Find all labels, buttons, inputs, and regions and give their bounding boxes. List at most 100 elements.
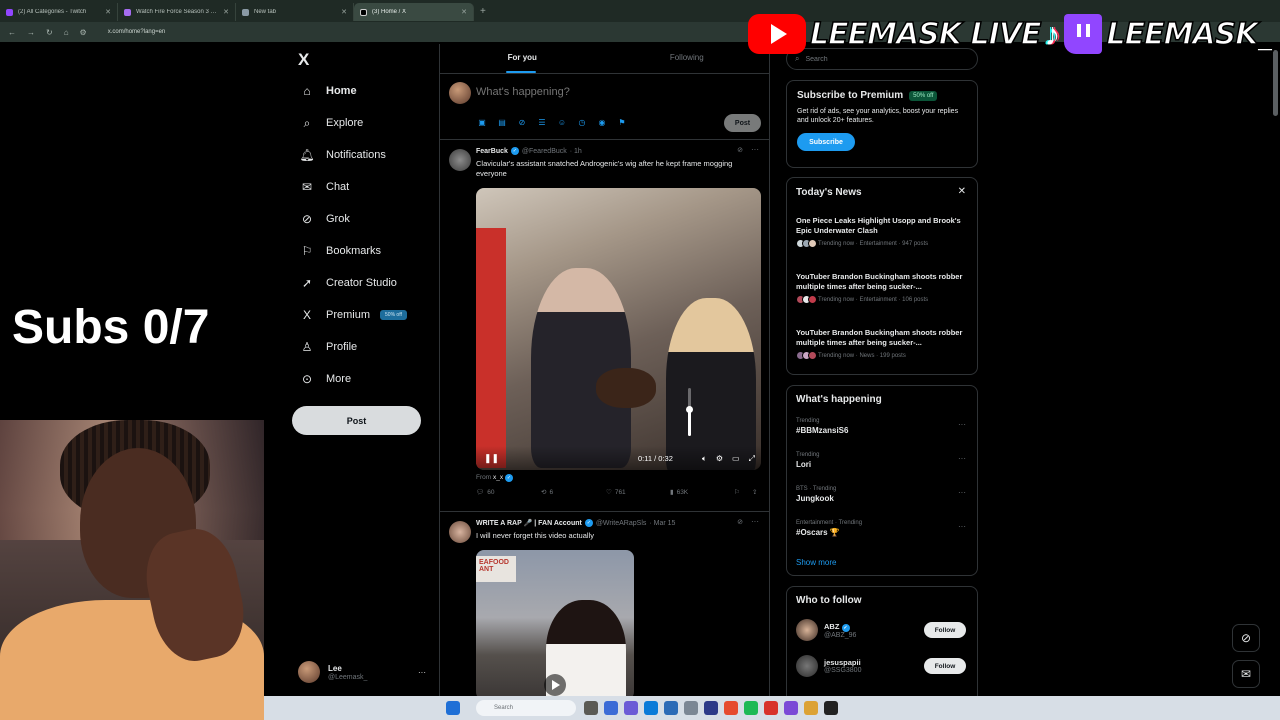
nav-item-more[interactable]: ⊙ More	[300, 367, 351, 391]
nav-item-grok[interactable]: ⊘ Grok	[300, 207, 350, 231]
grok-icon[interactable]: ⊘	[517, 118, 527, 128]
tab-following[interactable]: Following	[605, 44, 770, 73]
nav-item-chat[interactable]: ✉ Chat	[300, 175, 349, 199]
more-icon[interactable]: ···	[958, 454, 966, 463]
subscribe-button[interactable]: Subscribe	[797, 133, 855, 151]
pause-icon[interactable]: ❚❚	[484, 453, 499, 464]
obs-icon[interactable]	[824, 701, 838, 715]
follow-suggestion[interactable]: ABZ ✓ @ABZ_96 Follow	[796, 617, 972, 643]
news-item[interactable]: One Piece Leaks Highlight Usopp and Broo…	[796, 216, 972, 248]
browser-tab-fire-force[interactable]: Watch Fire Force Season 3 onl ✕	[118, 3, 236, 21]
grok-icon[interactable]: ⊘	[737, 518, 743, 526]
poll-icon[interactable]: ☰	[537, 118, 547, 128]
nav-item-premium[interactable]: X Premium 50% off	[300, 303, 407, 327]
tweet-author-name[interactable]: WRITE A RAP 🎤 | FAN Account	[476, 519, 582, 527]
repost-button[interactable]: ⟲ 6	[541, 488, 553, 497]
forward-icon[interactable]: →	[27, 28, 35, 37]
grok-icon[interactable]: ⊘	[737, 146, 743, 154]
app-icon[interactable]	[664, 701, 678, 715]
more-icon[interactable]: ···	[958, 522, 966, 531]
news-item[interactable]: YouTuber Brandon Buckingham shoots robbe…	[796, 328, 972, 360]
tweet-video[interactable]: ❚❚ 0:11 / 0:32 🔈︎ ⚙ ▭ ⤢	[476, 188, 761, 470]
tweet-author-name[interactable]: FearBuck	[476, 148, 508, 155]
tweet[interactable]: FearBuck ✓ @FearedBuck · 1h ⊘ ··· Clavic…	[440, 140, 769, 512]
nav-item-notifications[interactable]: 🔔︎ Notifications	[299, 143, 386, 167]
search-input[interactable]	[805, 55, 966, 63]
gif-icon[interactable]: ▤	[497, 118, 507, 128]
more-icon[interactable]: ···	[751, 145, 759, 154]
composer-post-button[interactable]: Post	[724, 114, 761, 132]
tweet-timestamp[interactable]: · 1h	[570, 148, 582, 155]
discord-icon[interactable]	[624, 701, 638, 715]
edge-icon[interactable]	[644, 701, 658, 715]
browser-tab-x-home[interactable]: (3) Home / X ✕	[354, 3, 474, 21]
browser-tab-new-tab[interactable]: New tab ✕	[236, 3, 354, 21]
follow-button[interactable]: Follow	[924, 658, 966, 674]
grok-icon[interactable]: ⊘	[1232, 624, 1260, 652]
close-tab-icon[interactable]: ✕	[461, 8, 467, 16]
app-icon[interactable]	[764, 701, 778, 715]
news-item[interactable]: YouTuber Brandon Buckingham shoots robbe…	[796, 272, 972, 304]
post-button[interactable]: Post	[292, 406, 421, 435]
flag-icon[interactable]: ⚑	[617, 118, 627, 128]
settings-icon[interactable]: ⚙	[716, 454, 723, 464]
nav-item-home[interactable]: ⌂ Home	[300, 79, 356, 103]
tab-for-you[interactable]: For you	[440, 44, 605, 73]
scrollbar-thumb[interactable]	[1273, 50, 1278, 116]
brave-icon[interactable]	[724, 701, 738, 715]
volume-slider-knob[interactable]	[686, 405, 693, 413]
app-icon[interactable]	[604, 701, 618, 715]
share-button[interactable]: ⇪	[752, 488, 757, 496]
browser-tab-twitch[interactable]: (2) All Categories - Twitch ✕	[0, 3, 118, 21]
trend-item[interactable]: Trending #BBMzansiS6 ···	[796, 418, 972, 435]
reply-button[interactable]: 💬︎ 60	[476, 488, 495, 497]
volume-icon[interactable]: 🔈︎	[702, 454, 707, 464]
pip-icon[interactable]: ▭	[732, 454, 740, 464]
more-icon[interactable]: ···	[958, 420, 966, 429]
volume-slider[interactable]	[686, 388, 693, 436]
follow-button[interactable]: Follow	[924, 622, 966, 638]
nav-item-bookmarks[interactable]: ⚐ Bookmarks	[300, 239, 381, 263]
start-icon[interactable]	[446, 701, 460, 715]
home-icon[interactable]: ⌂	[64, 28, 69, 37]
show-more-link[interactable]: Show more	[796, 558, 836, 567]
close-tab-icon[interactable]: ✕	[105, 8, 111, 16]
tweet-author-handle[interactable]: @WriteARapSls	[596, 520, 647, 527]
address-bar[interactable]: x.com/home?lang=en	[102, 25, 752, 39]
nav-item-profile[interactable]: ♙ Profile	[300, 335, 358, 359]
nav-item-creator-studio[interactable]: ➚ Creator Studio	[300, 271, 397, 295]
reload-icon[interactable]: ↻	[46, 28, 53, 37]
chrome-icon[interactable]	[804, 701, 818, 715]
app-icon[interactable]	[584, 701, 598, 715]
new-tab-button[interactable]: +	[480, 6, 486, 17]
tweet-video[interactable]: EAFOOD ANT	[476, 550, 634, 696]
nav-item-explore[interactable]: ⌕ Explore	[300, 111, 364, 135]
more-icon[interactable]: ···	[418, 668, 426, 677]
emoji-icon[interactable]: ☺	[557, 118, 567, 128]
scrollbar[interactable]	[1273, 44, 1278, 696]
play-icon[interactable]	[544, 674, 566, 696]
tweet-author-handle[interactable]: @FearedBuck	[522, 148, 567, 155]
avatar[interactable]	[449, 149, 471, 171]
trend-item[interactable]: BTS · Trending Jungkook ···	[796, 486, 972, 503]
compose-input[interactable]	[476, 86, 716, 98]
avatar[interactable]	[449, 521, 471, 543]
close-icon[interactable]: ✕	[958, 186, 966, 197]
location-icon[interactable]: ◉	[597, 118, 607, 128]
bookmark-button[interactable]: ⚐	[734, 488, 740, 496]
trend-item[interactable]: Entertainment · Trending #Oscars 🏆 ···	[796, 520, 972, 537]
tweet[interactable]: WRITE A RAP 🎤 | FAN Account ✓ @WriteARap…	[440, 512, 769, 696]
follow-suggestion[interactable]: jesuspapii @SSG3800 Follow	[796, 653, 972, 679]
taskbar-search[interactable]: Search	[476, 700, 576, 716]
views-button[interactable]: ▮ 63K	[670, 488, 688, 497]
more-icon[interactable]: ···	[751, 517, 759, 526]
settings-icon[interactable]	[684, 701, 698, 715]
fullscreen-icon[interactable]: ⤢	[749, 454, 755, 464]
app-icon[interactable]	[704, 701, 718, 715]
more-icon[interactable]: ···	[958, 488, 966, 497]
from-user-link[interactable]: x_x	[493, 474, 503, 481]
messages-icon[interactable]: ✉	[1232, 660, 1260, 688]
site-info-icon[interactable]: ⚙	[80, 28, 87, 37]
x-logo[interactable]: X	[298, 50, 309, 70]
trend-item[interactable]: Trending Lori ···	[796, 452, 972, 469]
